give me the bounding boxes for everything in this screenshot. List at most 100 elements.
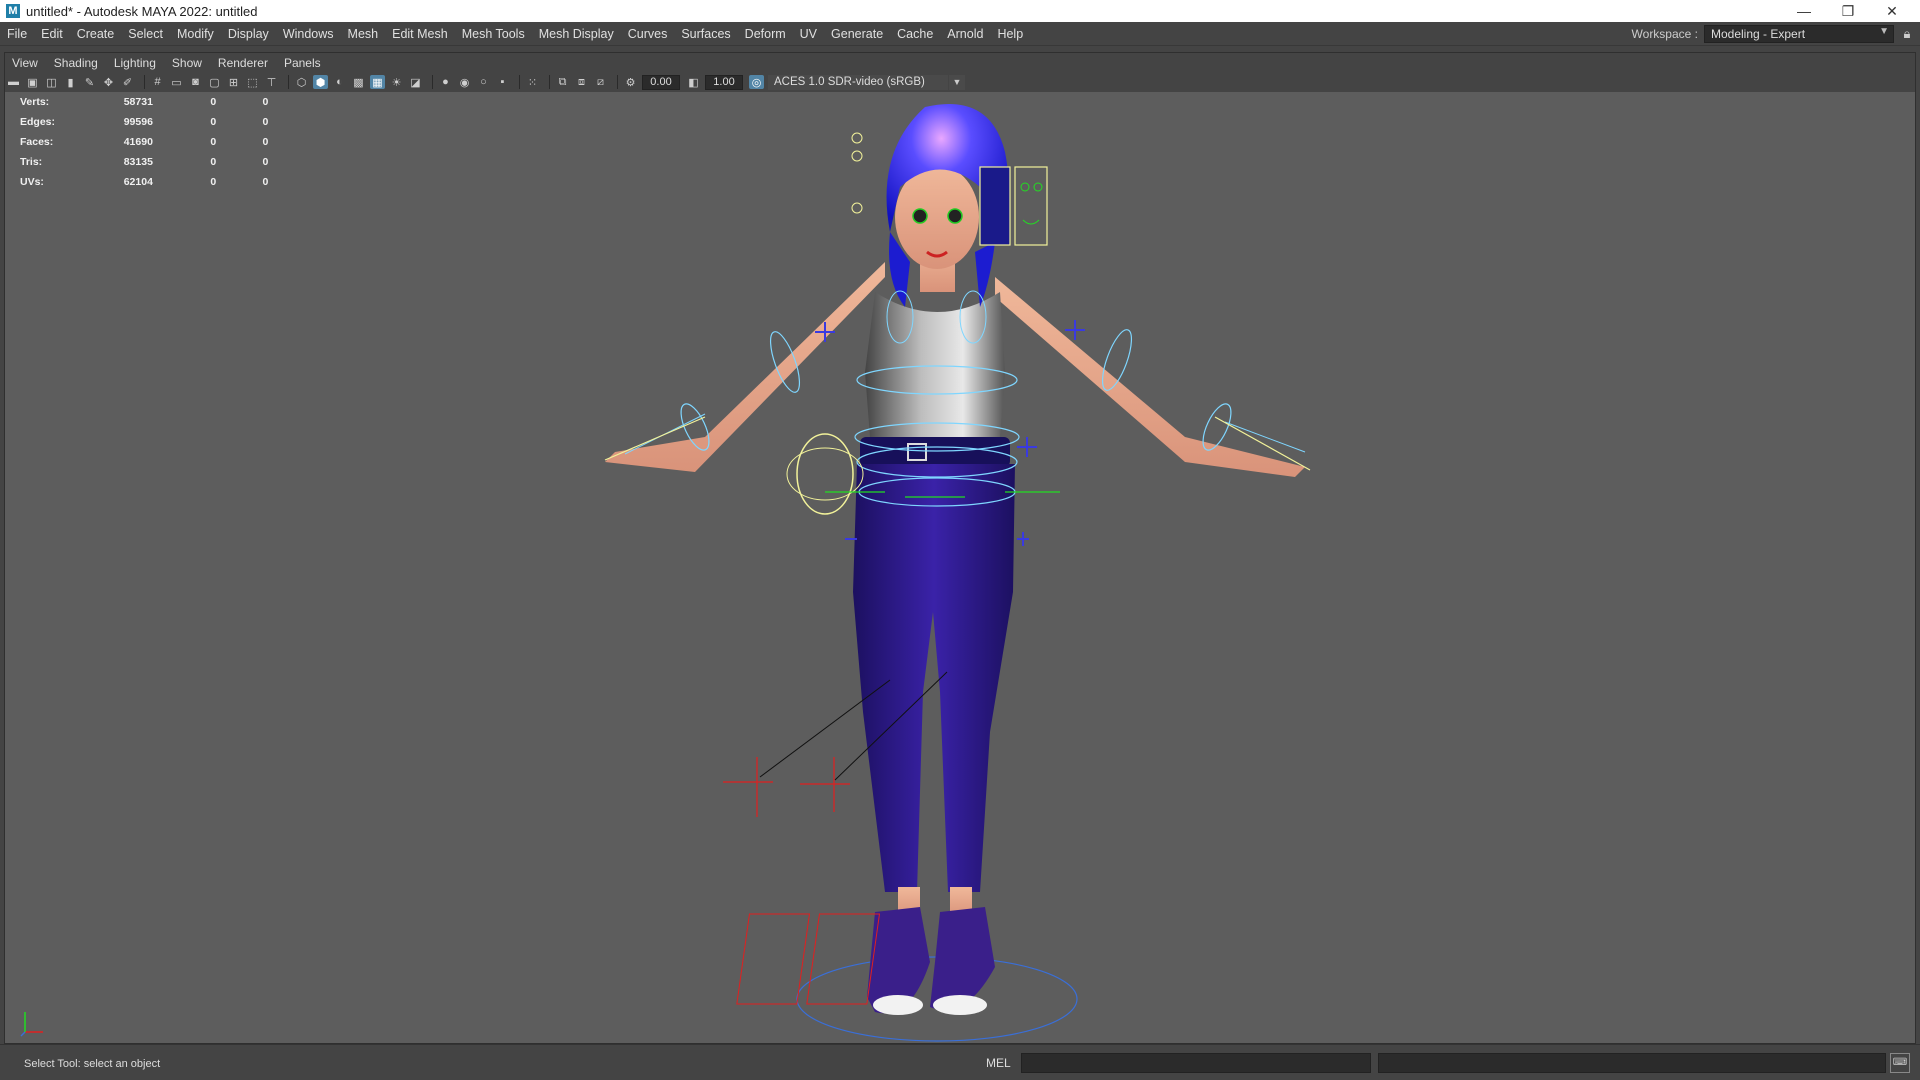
backface-culling-icon[interactable]: ⧄ (593, 75, 608, 89)
toolbar-separator (432, 75, 433, 89)
menu-modify[interactable]: Modify (170, 27, 221, 41)
bookmark-icon[interactable]: ▮ (63, 75, 78, 89)
lock-icon[interactable]: 🔒︎ (1894, 24, 1920, 44)
gamma-icon[interactable]: ◧ (686, 75, 701, 89)
xray-joints-icon[interactable]: ⧈ (574, 75, 589, 89)
chevron-down-icon[interactable]: ▼ (949, 74, 965, 90)
wireframe-on-shaded-icon[interactable]: ◐ (332, 75, 347, 89)
gamma-field[interactable]: 1.00 (705, 74, 743, 90)
menu-mesh-display[interactable]: Mesh Display (532, 27, 621, 41)
face-expression-control (1014, 166, 1048, 246)
left-eye (912, 208, 928, 224)
hud-label: Verts: (20, 96, 50, 108)
menu-mesh-tools[interactable]: Mesh Tools (455, 27, 532, 41)
menu-mesh[interactable]: Mesh (341, 27, 386, 41)
menu-windows[interactable]: Windows (276, 27, 341, 41)
restore-button[interactable]: ❐ (1826, 0, 1870, 22)
face-ctrl-mouth (1022, 219, 1040, 225)
restore-icon: ❐ (1841, 2, 1855, 19)
right-eye (947, 208, 963, 224)
menu-file[interactable]: File (0, 27, 34, 41)
toolbar-separator (288, 75, 289, 89)
exposure-icon[interactable]: ⚙ (623, 75, 638, 89)
maya-app-icon: M (6, 4, 20, 18)
menu-arnold[interactable]: Arnold (940, 27, 990, 41)
minimize-button[interactable]: — (1782, 0, 1826, 22)
grid-icon[interactable]: # (150, 75, 165, 89)
anti-aliasing-icon[interactable]: ○ (476, 75, 491, 89)
script-editor-icon[interactable]: ⌨ (1890, 1053, 1910, 1073)
neck-aim-control (851, 202, 863, 214)
wireframe-icon[interactable]: ⬡ (294, 75, 309, 89)
command-result-field (1378, 1053, 1886, 1073)
hud-value: 0 (262, 136, 269, 148)
hud-value: 0 (210, 116, 217, 128)
command-language-toggle[interactable]: MEL (986, 1056, 1011, 1070)
textured-icon[interactable]: ▩ (351, 75, 366, 89)
panel-menu-shading[interactable]: Shading (46, 56, 106, 70)
command-line-input[interactable] (1021, 1053, 1371, 1073)
hip-swing-control (796, 433, 854, 515)
minimize-icon: — (1797, 3, 1811, 19)
menu-surfaces[interactable]: Surfaces (674, 27, 737, 41)
menu-create[interactable]: Create (70, 27, 122, 41)
bookmarks-icon[interactable]: ◫ (44, 75, 59, 89)
3d-viewport[interactable] (5, 92, 1915, 1043)
menu-cache[interactable]: Cache (890, 27, 940, 41)
screen-space-ao-icon[interactable]: ● (438, 75, 453, 89)
hud-row-faces: Faces: 41690 0 0 (20, 132, 280, 152)
depth-of-field-icon[interactable]: ▪ (495, 75, 510, 89)
lights-icon[interactable]: ☀ (389, 75, 404, 89)
panel-menu-panels[interactable]: Panels (276, 56, 329, 70)
hud-value: 0 (262, 156, 269, 168)
menu-edit-mesh[interactable]: Edit Mesh (385, 27, 455, 41)
safe-title-icon[interactable]: ⊤ (264, 75, 279, 89)
field-chart-icon[interactable]: ⊞ (226, 75, 241, 89)
smooth-shade-icon[interactable]: ⬢ (313, 75, 328, 89)
exposure-field[interactable]: 0.00 (642, 74, 680, 90)
image-plane-icon[interactable]: ✎ (82, 75, 97, 89)
color-management-icon[interactable]: ◎ (749, 75, 764, 89)
hud-value: 0 (262, 176, 269, 188)
panel-toolbar: ▬ ▣ ◫ ▮ ✎ ✥ ✐ # ▭ ◙ ▢ ⊞ ⬚ ⊤ ⬡ ⬢ ◐ ▩ ▦ ☀ … (6, 73, 1914, 91)
menu-curves[interactable]: Curves (621, 27, 675, 41)
menu-display[interactable]: Display (221, 27, 276, 41)
window-title: untitled* - Autodesk MAYA 2022: untitled (26, 3, 258, 19)
shadows-icon[interactable]: ◪ (408, 75, 423, 89)
hud-label: UVs: (20, 176, 44, 188)
motion-blur-icon[interactable]: ◉ (457, 75, 472, 89)
hud-row-edges: Edges: 99596 0 0 (20, 112, 280, 132)
grease-pencil-icon[interactable]: ✐ (120, 75, 135, 89)
close-button[interactable]: ✕ (1870, 0, 1914, 22)
menu-generate[interactable]: Generate (824, 27, 890, 41)
2d-pan-zoom-icon[interactable]: ✥ (101, 75, 116, 89)
belt-mesh (860, 437, 1010, 467)
menu-select[interactable]: Select (121, 27, 170, 41)
close-icon: ✕ (1886, 2, 1898, 19)
use-all-lights-icon[interactable]: ▦ (370, 75, 385, 89)
pants-mesh (853, 464, 1015, 892)
xray-icon[interactable]: ⧉ (555, 75, 570, 89)
menu-edit[interactable]: Edit (34, 27, 70, 41)
right-hand-fingers (1224, 421, 1306, 453)
safe-action-icon[interactable]: ⬚ (245, 75, 260, 89)
film-gate-icon[interactable]: ▭ (169, 75, 184, 89)
panel-menu-renderer[interactable]: Renderer (210, 56, 276, 70)
right-foot-control (806, 913, 881, 1005)
view-transform-dropdown[interactable]: ACES 1.0 SDR-video (sRGB) (768, 74, 948, 90)
workspace-dropdown[interactable]: Modeling - Expert ▼ (1704, 25, 1894, 43)
right-arm-mesh (995, 277, 1305, 477)
menu-uv[interactable]: UV (793, 27, 824, 41)
panel-menu-lighting[interactable]: Lighting (106, 56, 164, 70)
panel-menu-show[interactable]: Show (164, 56, 210, 70)
resolution-gate-icon[interactable]: ◙ (188, 75, 203, 89)
menu-help[interactable]: Help (990, 27, 1030, 41)
camera-attributes-icon[interactable]: ▣ (25, 75, 40, 89)
menu-deform[interactable]: Deform (738, 27, 793, 41)
toolbar-separator (519, 75, 520, 89)
select-camera-icon[interactable]: ▬ (6, 75, 21, 89)
hud-value: 0 (210, 176, 217, 188)
gate-mask-icon[interactable]: ▢ (207, 75, 222, 89)
panel-menu-view[interactable]: View (4, 56, 46, 70)
isolate-select-icon[interactable]: ⁙ (525, 75, 540, 89)
